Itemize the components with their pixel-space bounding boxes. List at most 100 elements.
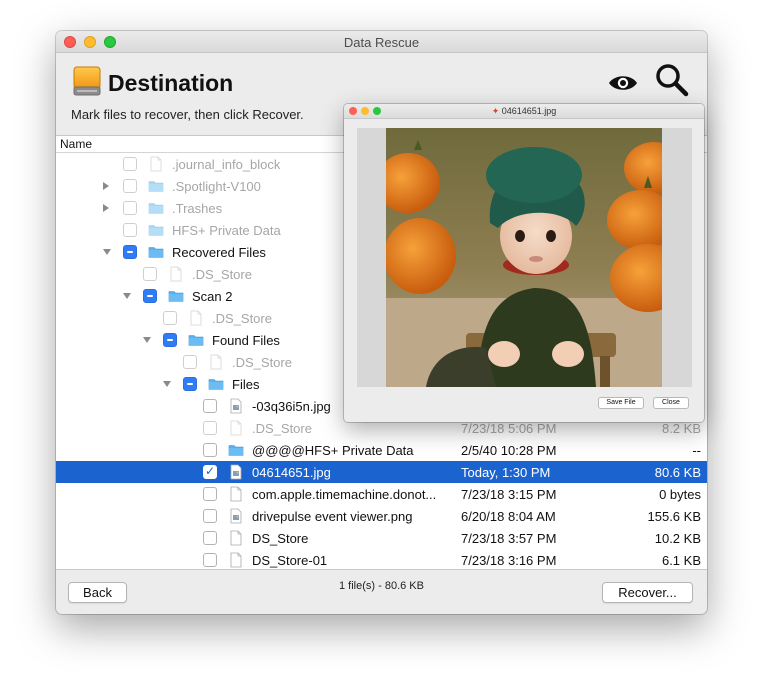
disclosure-triangle-icon[interactable] <box>143 337 151 343</box>
file-name: -03q36i5n.jpg <box>252 399 331 414</box>
disclosure-triangle-icon[interactable] <box>103 182 109 190</box>
list-item[interactable]: drivepulse event viewer.png 6/20/18 8:04 … <box>56 505 707 527</box>
file-name: @@@@HFS+ Private Data <box>252 443 414 458</box>
recover-checkbox[interactable] <box>123 245 137 259</box>
file-icon <box>208 354 224 370</box>
file-name: com.apple.timemachine.donot... <box>252 487 437 502</box>
eye-icon[interactable] <box>607 71 639 95</box>
recover-checkbox[interactable] <box>163 333 177 347</box>
file-name: .DS_Store <box>252 421 312 436</box>
folder-icon <box>228 442 244 458</box>
image-file-icon <box>228 398 244 414</box>
recover-checkbox[interactable] <box>203 443 217 457</box>
file-proxy-icon: ✦ <box>491 106 500 116</box>
window-title: Data Rescue <box>343 35 420 50</box>
disclosure-triangle-icon[interactable] <box>103 249 111 255</box>
title-bar: Data Rescue <box>56 31 707 53</box>
recover-checkbox[interactable] <box>143 289 157 303</box>
preview-image-frame <box>357 128 692 387</box>
recover-checkbox[interactable] <box>143 267 157 281</box>
recover-checkbox[interactable] <box>163 311 177 325</box>
file-name: Scan 2 <box>192 289 233 304</box>
file-date: Today, 1:30 PM <box>461 465 551 480</box>
recover-checkbox[interactable] <box>183 377 197 391</box>
list-item[interactable]: 04614651.jpg Today, 1:30 PM 80.6 KB <box>56 461 707 483</box>
folder-icon <box>148 200 164 216</box>
preview-window: ✦ 04614651.jpg Save File Close <box>344 104 704 422</box>
file-icon <box>228 552 244 568</box>
recover-checkbox[interactable] <box>123 179 137 193</box>
file-date: 7/23/18 3:16 PM <box>461 553 557 568</box>
folder-icon <box>208 376 224 392</box>
file-size: 10.2 KB <box>654 531 701 546</box>
recover-checkbox[interactable] <box>203 553 217 567</box>
file-name: .journal_info_block <box>172 157 281 172</box>
recover-checkbox[interactable] <box>203 487 217 501</box>
file-icon <box>228 530 244 546</box>
recover-checkbox[interactable] <box>123 223 137 237</box>
page-title: Destination <box>108 70 234 96</box>
folder-icon <box>188 332 204 348</box>
file-icon <box>148 156 164 172</box>
disclosure-triangle-icon[interactable] <box>123 293 131 299</box>
file-name: .Trashes <box>172 201 223 216</box>
file-icon <box>228 420 244 436</box>
file-icon <box>228 486 244 502</box>
file-name: .DS_Store <box>212 311 272 326</box>
preview-photo <box>386 128 662 387</box>
recover-checkbox[interactable] <box>123 201 137 215</box>
list-item[interactable]: DS_Store-01 7/23/18 3:16 PM 6.1 KB <box>56 549 707 569</box>
disclosure-triangle-icon[interactable] <box>103 204 109 212</box>
file-date: 7/23/18 3:57 PM <box>461 531 557 546</box>
recover-button[interactable]: Recover... <box>602 582 693 603</box>
file-date: 7/23/18 5:06 PM <box>461 421 557 436</box>
file-date: 6/20/18 8:04 AM <box>461 509 556 524</box>
file-name: HFS+ Private Data <box>172 223 281 238</box>
folder-icon <box>168 288 184 304</box>
image-file-icon <box>228 508 244 524</box>
image-file-icon <box>228 464 244 480</box>
save-file-button[interactable]: Save File <box>598 397 644 409</box>
file-size: 6.1 KB <box>661 553 701 568</box>
file-size: 80.6 KB <box>654 465 701 480</box>
recover-checkbox[interactable] <box>203 399 217 413</box>
file-size: 155.6 KB <box>647 509 702 524</box>
recover-checkbox[interactable] <box>203 509 217 523</box>
file-size: -- <box>692 443 701 458</box>
drive-icon <box>73 66 101 96</box>
file-name: Recovered Files <box>172 245 266 260</box>
recover-checkbox[interactable] <box>203 464 217 479</box>
file-name: .Spotlight-V100 <box>172 179 261 194</box>
list-item[interactable]: @@@@HFS+ Private Data 2/5/40 10:28 PM -- <box>56 439 707 461</box>
instructions-text: Mark files to recover, then click Recove… <box>71 107 304 122</box>
file-name: DS_Store-01 <box>252 553 328 568</box>
recover-checkbox[interactable] <box>123 157 137 171</box>
recover-checkbox[interactable] <box>183 355 197 369</box>
preview-title-text: 04614651.jpg <box>501 106 557 116</box>
file-date: 7/23/18 3:15 PM <box>461 487 557 502</box>
file-name: .DS_Store <box>192 267 252 282</box>
file-size: 0 bytes <box>659 487 701 502</box>
recover-checkbox[interactable] <box>203 531 217 545</box>
close-preview-button[interactable]: Close <box>653 397 689 409</box>
preview-title-bar: ✦ 04614651.jpg <box>344 104 704 119</box>
file-name: 04614651.jpg <box>252 465 331 480</box>
file-size: 8.2 KB <box>661 421 701 436</box>
file-icon <box>188 310 204 326</box>
folder-icon <box>148 222 164 238</box>
search-icon[interactable] <box>655 63 689 97</box>
file-name: Found Files <box>212 333 280 348</box>
list-item[interactable]: DS_Store 7/23/18 3:57 PM 10.2 KB <box>56 527 707 549</box>
file-name: .DS_Store <box>232 355 292 370</box>
disclosure-triangle-icon[interactable] <box>163 381 171 387</box>
list-item[interactable]: com.apple.timemachine.donot... 7/23/18 3:… <box>56 483 707 505</box>
file-name: drivepulse event viewer.png <box>252 509 413 524</box>
folder-icon <box>148 178 164 194</box>
folder-icon <box>148 244 164 260</box>
file-name: Files <box>232 377 260 392</box>
file-icon <box>168 266 184 282</box>
recover-checkbox[interactable] <box>203 421 217 435</box>
file-date: 2/5/40 10:28 PM <box>461 443 557 458</box>
preview-title: ✦ 04614651.jpg <box>344 106 704 117</box>
file-name: DS_Store <box>252 531 309 546</box>
